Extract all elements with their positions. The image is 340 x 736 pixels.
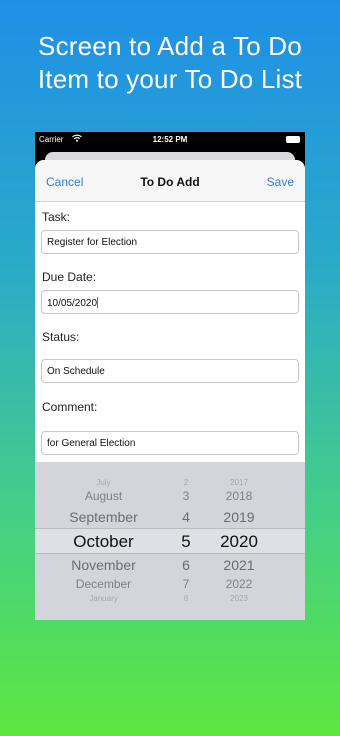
picker-row[interactable]: August 3 2018 — [35, 489, 305, 509]
picker-year[interactable]: 2019 — [213, 509, 265, 525]
comment-field[interactable]: for General Election — [41, 431, 299, 455]
picker-month-selected[interactable]: October — [35, 532, 170, 552]
due-date-field[interactable]: 10/05/2020 — [41, 290, 299, 314]
picker-row-selected[interactable]: October 5 2020 — [35, 532, 305, 552]
status-field-value: On Schedule — [47, 366, 105, 377]
picker-year[interactable]: 2022 — [213, 577, 265, 591]
comment-label: Comment: — [42, 400, 98, 414]
picker-month[interactable]: January — [35, 594, 170, 603]
date-picker[interactable]: July 2 2017 August 3 2018 September 4 20… — [35, 462, 305, 620]
promo-headline: Screen to Add a To Do Item to your To Do… — [0, 30, 340, 96]
picker-year[interactable]: 2021 — [213, 557, 265, 573]
promo-headline-line-1: Screen to Add a To Do — [38, 31, 302, 61]
picker-year[interactable]: 2017 — [213, 478, 265, 487]
picker-day[interactable]: 4 — [171, 509, 201, 525]
picker-day[interactable]: 3 — [171, 489, 201, 503]
task-field-value: Register for Election — [47, 237, 138, 248]
picker-year-selected[interactable]: 2020 — [213, 532, 265, 552]
picker-row[interactable]: November 6 2021 — [35, 557, 305, 577]
picker-year[interactable]: 2023 — [213, 594, 265, 603]
picker-day[interactable]: 6 — [171, 557, 201, 573]
navigation-bar: Cancel To Do Add Save — [35, 160, 305, 202]
picker-row[interactable]: September 4 2019 — [35, 509, 305, 529]
task-field[interactable]: Register for Election — [41, 230, 299, 254]
status-label: Status: — [42, 330, 80, 344]
picker-year[interactable]: 2018 — [213, 489, 265, 503]
status-field[interactable]: On Schedule — [41, 359, 299, 383]
text-cursor — [97, 297, 99, 308]
battery-icon — [286, 136, 300, 143]
picker-day[interactable]: 7 — [171, 577, 201, 591]
task-label: Task: — [42, 210, 71, 224]
picker-day-selected[interactable]: 5 — [171, 532, 201, 552]
picker-row[interactable]: January 8 2023 — [35, 594, 305, 614]
status-bar: Carrier 12:52 PM — [35, 132, 305, 148]
due-date-label: Due Date: — [42, 270, 97, 284]
comment-field-value: for General Election — [47, 438, 136, 449]
picker-month[interactable]: August — [35, 489, 170, 503]
phone-screen: Carrier 12:52 PM Cancel To Do Add Save T… — [35, 132, 305, 620]
due-date-field-value: 10/05/2020 — [47, 298, 98, 309]
picker-month[interactable]: September — [35, 509, 170, 525]
picker-day[interactable]: 2 — [171, 478, 201, 487]
add-todo-sheet: Cancel To Do Add Save Task: Register for… — [35, 160, 305, 620]
picker-month[interactable]: July — [35, 478, 170, 487]
picker-day[interactable]: 8 — [171, 594, 201, 603]
nav-title: To Do Add — [140, 175, 200, 189]
picker-month[interactable]: December — [35, 577, 170, 591]
picker-month[interactable]: November — [35, 557, 170, 573]
promo-headline-line-2: Item to your To Do List — [37, 64, 303, 94]
status-time: 12:52 PM — [152, 135, 188, 144]
save-button[interactable]: Save — [267, 175, 294, 189]
